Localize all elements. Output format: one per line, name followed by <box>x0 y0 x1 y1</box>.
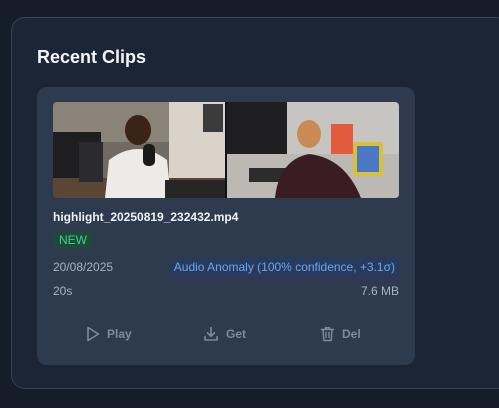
trash-icon <box>320 326 335 342</box>
get-button[interactable]: Get <box>203 323 246 345</box>
section-title: Recent Clips <box>37 47 147 67</box>
new-badge: NEW <box>53 231 93 249</box>
clip-card: highlight_20250819_232432.mp4 NEW 20/08/… <box>37 87 415 365</box>
clip-duration: 20s <box>53 284 73 298</box>
play-button[interactable]: Play <box>86 323 132 345</box>
play-icon <box>86 326 100 342</box>
clip-date: 20/08/2025 <box>53 260 114 274</box>
download-icon <box>203 326 219 342</box>
del-label: Del <box>342 327 361 341</box>
play-label: Play <box>107 327 132 341</box>
delete-button[interactable]: Del <box>320 323 361 345</box>
thumbnail-image <box>53 102 399 198</box>
clip-filename: highlight_20250819_232432.mp4 <box>53 210 239 224</box>
clip-thumbnail[interactable] <box>53 102 399 198</box>
clip-size: 7.6 MB <box>360 284 399 298</box>
anomaly-badge: Audio Anomaly (100% confidence, +3.1σ) <box>169 257 399 277</box>
get-label: Get <box>226 327 247 341</box>
recent-clips-panel: Recent Clips highlight_20250819_232432.m… <box>11 17 499 389</box>
